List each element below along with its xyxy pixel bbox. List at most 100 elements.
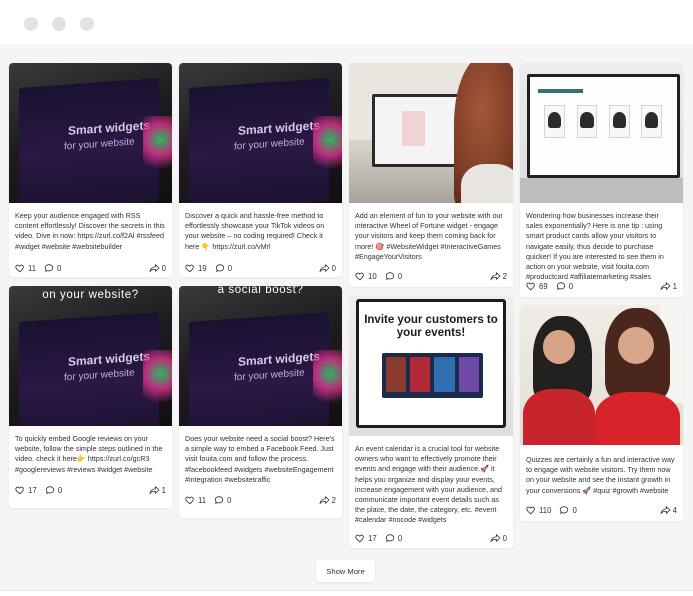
post-card[interactable]: Add an element of fun to your website wi…	[349, 63, 513, 287]
heart-icon	[355, 272, 364, 281]
post-video-thumbnail[interactable]: Smart widgets for your website	[179, 63, 342, 203]
comment-icon	[214, 496, 224, 505]
window-bottom-edge	[0, 590, 693, 596]
like-button[interactable]: 11	[15, 263, 36, 273]
post-actions: 17 0 0	[355, 532, 507, 544]
share-icon	[660, 506, 671, 515]
heart-icon	[15, 264, 24, 273]
comment-icon	[556, 282, 565, 291]
post-card[interactable]: Smart widgets for your website a social …	[179, 286, 342, 518]
like-count: 110	[539, 505, 552, 515]
comment-button[interactable]: 0	[44, 263, 61, 273]
post-card[interactable]: Wondering how businesses increase their …	[520, 63, 683, 297]
post-photo[interactable]: Invite your customers to your events!	[349, 296, 513, 436]
post-photo[interactable]	[520, 63, 683, 203]
post-card[interactable]: Quizzes are certainly a fun and interact…	[520, 305, 683, 521]
heart-icon	[15, 486, 24, 495]
like-count: 11	[198, 495, 207, 505]
like-button[interactable]: 17	[15, 485, 37, 495]
video-overlay-caption: a social boost?	[217, 286, 304, 296]
video-overlay-caption: on your website?	[42, 289, 139, 301]
share-button[interactable]: 0	[319, 263, 336, 273]
comment-count: 0	[57, 485, 63, 495]
like-button[interactable]: 110	[526, 505, 551, 515]
like-count: 17	[368, 533, 377, 543]
comment-count: 0	[572, 505, 577, 515]
post-caption: Add an element of fun to your website wi…	[355, 211, 503, 261]
post-card[interactable]: Smart widgets for your website Discover …	[179, 63, 342, 277]
event-headline: Invite your customers to your events!	[364, 314, 498, 340]
share-icon	[490, 534, 501, 543]
post-card[interactable]: Invite your customers to your events! An…	[349, 296, 513, 548]
post-caption: Discover a quick and hassle-free method …	[185, 211, 325, 251]
like-button[interactable]: 11	[185, 495, 206, 505]
post-video-thumbnail[interactable]: Smart widgets for your website	[9, 63, 172, 203]
like-button[interactable]: 17	[355, 533, 377, 543]
share-button[interactable]: 2	[490, 271, 507, 281]
window-minimize-button[interactable]	[52, 17, 66, 31]
like-count: 69	[539, 281, 548, 291]
post-actions: 11 0 2	[185, 494, 336, 506]
like-count: 10	[368, 271, 377, 281]
post-video-thumbnail[interactable]: Smart widgets for your website on your w…	[9, 286, 172, 426]
post-caption: To quickly embed Google reviews on your …	[15, 434, 163, 474]
post-caption: An event calendar is a crucial tool for …	[355, 444, 503, 525]
heart-icon	[526, 506, 535, 515]
heart-icon	[185, 264, 194, 273]
post-actions: 69 0 1	[526, 280, 677, 292]
window-maximize-button[interactable]	[80, 17, 94, 31]
comment-icon	[385, 534, 394, 543]
post-actions: 11 0 0	[15, 262, 166, 274]
post-photo[interactable]	[349, 63, 513, 203]
share-button[interactable]: 1	[149, 485, 166, 495]
comment-button[interactable]: 0	[385, 533, 402, 543]
comment-button[interactable]: 0	[556, 281, 573, 291]
comment-count: 0	[227, 263, 233, 273]
comment-icon	[215, 264, 224, 273]
share-count: 0	[161, 263, 166, 273]
heart-icon	[526, 282, 535, 291]
post-photo[interactable]	[520, 305, 683, 445]
title-bar	[0, 0, 693, 46]
post-caption: Quizzes are certainly a fun and interact…	[526, 455, 675, 495]
comment-button[interactable]: 0	[215, 263, 232, 273]
post-card[interactable]: Smart widgets for your website on your w…	[9, 286, 172, 508]
comment-icon	[560, 506, 569, 515]
comment-count: 0	[397, 271, 403, 281]
share-count: 0	[502, 533, 507, 543]
post-caption: Keep your audience engaged with RSS cont…	[15, 211, 165, 251]
window-close-button[interactable]	[24, 17, 38, 31]
like-button[interactable]: 19	[185, 263, 207, 273]
post-actions: 19 0 0	[185, 262, 336, 274]
comment-icon	[44, 264, 54, 273]
share-button[interactable]: 4	[660, 505, 677, 515]
post-caption: Does your website need a social boost? H…	[185, 434, 335, 484]
like-count: 17	[28, 485, 37, 495]
comment-button[interactable]: 0	[559, 505, 577, 515]
share-button[interactable]: 0	[490, 533, 507, 543]
share-button[interactable]: 2	[319, 495, 336, 505]
post-actions: 110 0 4	[526, 504, 677, 516]
like-button[interactable]: 10	[355, 271, 377, 281]
comment-icon	[45, 486, 54, 495]
comment-icon	[385, 272, 394, 281]
share-count: 1	[161, 485, 166, 495]
share-button[interactable]: 0	[149, 263, 166, 273]
share-icon	[149, 486, 160, 495]
comment-count: 0	[397, 533, 403, 543]
comment-button[interactable]: 0	[385, 271, 402, 281]
share-icon	[319, 496, 330, 505]
share-count: 0	[331, 263, 336, 273]
share-button[interactable]: 1	[660, 281, 677, 291]
like-count: 11	[28, 263, 37, 273]
post-video-thumbnail[interactable]: Smart widgets for your website a social …	[179, 286, 342, 426]
show-more-button[interactable]: Show More	[316, 560, 375, 582]
social-feed-grid: Smart widgets for your website Keep your…	[0, 47, 693, 590]
share-icon	[319, 264, 330, 273]
like-button[interactable]: 69	[526, 281, 548, 291]
post-caption: Wondering how businesses increase their …	[526, 211, 664, 282]
comment-button[interactable]: 0	[214, 495, 231, 505]
share-count: 1	[672, 281, 677, 291]
post-card[interactable]: Smart widgets for your website Keep your…	[9, 63, 172, 277]
comment-button[interactable]: 0	[45, 485, 62, 495]
